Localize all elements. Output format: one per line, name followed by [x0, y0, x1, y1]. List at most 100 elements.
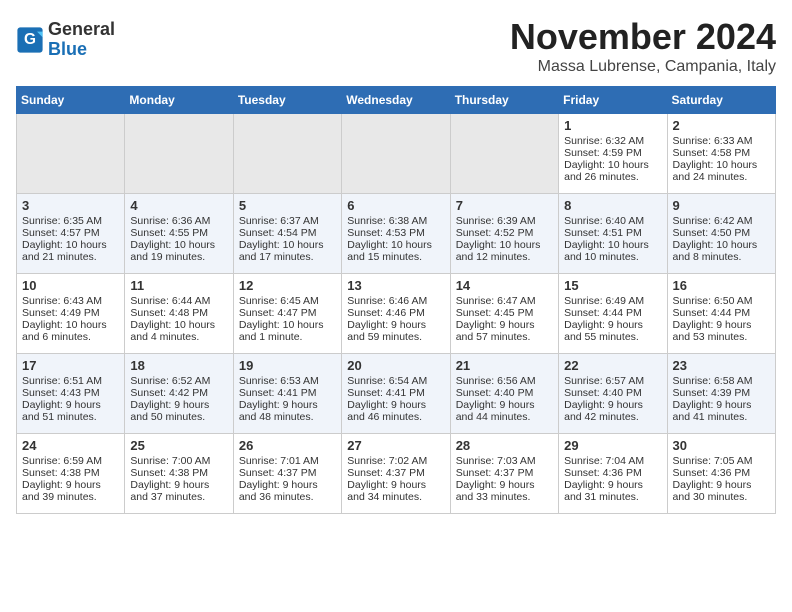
calendar-cell: 16Sunrise: 6:50 AMSunset: 4:44 PMDayligh…: [667, 274, 775, 354]
day-number: 21: [456, 358, 553, 373]
calendar-cell: 6Sunrise: 6:38 AMSunset: 4:53 PMDaylight…: [342, 194, 450, 274]
day-number: 1: [564, 118, 661, 133]
cell-text: Sunrise: 6:45 AM: [239, 295, 336, 307]
day-number: 7: [456, 198, 553, 213]
calendar-cell: [125, 114, 233, 194]
cell-text: Daylight: 9 hours: [130, 479, 227, 491]
cell-text: Sunset: 4:42 PM: [130, 387, 227, 399]
calendar-cell: 12Sunrise: 6:45 AMSunset: 4:47 PMDayligh…: [233, 274, 341, 354]
title-area: November 2024 Massa Lubrense, Campania, …: [510, 16, 776, 76]
header-friday: Friday: [559, 87, 667, 114]
calendar-cell: 14Sunrise: 6:47 AMSunset: 4:45 PMDayligh…: [450, 274, 558, 354]
cell-text: Daylight: 10 hours: [239, 319, 336, 331]
cell-text: Sunset: 4:40 PM: [456, 387, 553, 399]
cell-text: Sunrise: 6:40 AM: [564, 215, 661, 227]
cell-text: Sunrise: 6:50 AM: [673, 295, 770, 307]
calendar-cell: [342, 114, 450, 194]
cell-text: Sunset: 4:54 PM: [239, 227, 336, 239]
cell-text: and 10 minutes.: [564, 251, 661, 263]
calendar-cell: 2Sunrise: 6:33 AMSunset: 4:58 PMDaylight…: [667, 114, 775, 194]
calendar-cell: 1Sunrise: 6:32 AMSunset: 4:59 PMDaylight…: [559, 114, 667, 194]
cell-text: and 19 minutes.: [130, 251, 227, 263]
cell-text: and 31 minutes.: [564, 491, 661, 503]
cell-text: Daylight: 9 hours: [239, 479, 336, 491]
calendar-cell: [450, 114, 558, 194]
day-number: 23: [673, 358, 770, 373]
cell-text: Sunset: 4:36 PM: [673, 467, 770, 479]
calendar-cell: 21 Sunrise: 6:56 AMSunset: 4:40 PMDayligh…: [450, 354, 558, 434]
cell-text: and 8 minutes.: [673, 251, 770, 263]
header-tuesday: Tuesday: [233, 87, 341, 114]
cell-text: and 33 minutes.: [456, 491, 553, 503]
cell-text: Daylight: 9 hours: [347, 319, 444, 331]
cell-text: Daylight: 9 hours: [347, 399, 444, 411]
cell-text: and 4 minutes.: [130, 331, 227, 343]
calendar-cell: 13Sunrise: 6:46 AMSunset: 4:46 PMDayligh…: [342, 274, 450, 354]
cell-text: and 46 minutes.: [347, 411, 444, 423]
cell-text: Sunset: 4:50 PM: [673, 227, 770, 239]
header-saturday: Saturday: [667, 87, 775, 114]
calendar-header-row: SundayMondayTuesdayWednesdayThursdayFrid…: [17, 87, 776, 114]
cell-text: and 51 minutes.: [22, 411, 119, 423]
cell-text: Sunset: 4:52 PM: [456, 227, 553, 239]
cell-text: Sunset: 4:59 PM: [564, 147, 661, 159]
cell-text: Sunset: 4:37 PM: [347, 467, 444, 479]
cell-text: Sunset: 4:36 PM: [564, 467, 661, 479]
day-number: 4: [130, 198, 227, 213]
cell-text: and 44 minutes.: [456, 411, 553, 423]
cell-text: Sunrise: 6:58 AM: [673, 375, 770, 387]
week-row-3: 17Sunrise: 6:51 AMSunset: 4:43 PMDayligh…: [17, 354, 776, 434]
cell-text: Sunset: 4:44 PM: [564, 307, 661, 319]
cell-text: and 59 minutes.: [347, 331, 444, 343]
cell-text: Daylight: 9 hours: [673, 399, 770, 411]
location-title: Massa Lubrense, Campania, Italy: [510, 58, 776, 76]
cell-text: Daylight: 10 hours: [673, 239, 770, 251]
header-thursday: Thursday: [450, 87, 558, 114]
cell-text: and 6 minutes.: [22, 331, 119, 343]
cell-text: Daylight: 10 hours: [130, 239, 227, 251]
cell-text: Sunrise: 7:00 AM: [130, 455, 227, 467]
cell-text: Sunset: 4:55 PM: [130, 227, 227, 239]
calendar-cell: [17, 114, 125, 194]
cell-text: Sunrise: 7:04 AM: [564, 455, 661, 467]
header-wednesday: Wednesday: [342, 87, 450, 114]
calendar-cell: [233, 114, 341, 194]
day-number: 27: [347, 438, 444, 453]
cell-text: Sunrise: 6:47 AM: [456, 295, 553, 307]
cell-text: Daylight: 9 hours: [456, 399, 553, 411]
cell-text: Sunrise: 6:35 AM: [22, 215, 119, 227]
cell-text: Sunrise: 6:56 AM: [456, 375, 553, 387]
cell-text: Sunset: 4:53 PM: [347, 227, 444, 239]
cell-text: and 53 minutes.: [673, 331, 770, 343]
cell-text: Sunrise: 7:03 AM: [456, 455, 553, 467]
calendar-cell: 17Sunrise: 6:51 AMSunset: 4:43 PMDayligh…: [17, 354, 125, 434]
calendar-cell: 15Sunrise: 6:49 AMSunset: 4:44 PMDayligh…: [559, 274, 667, 354]
calendar-cell: 28Sunrise: 7:03 AMSunset: 4:37 PMDayligh…: [450, 434, 558, 514]
calendar-table: SundayMondayTuesdayWednesdayThursdayFrid…: [16, 86, 776, 514]
cell-text: Sunset: 4:38 PM: [130, 467, 227, 479]
cell-text: Sunset: 4:57 PM: [22, 227, 119, 239]
day-number: 28: [456, 438, 553, 453]
header-monday: Monday: [125, 87, 233, 114]
day-number: 11: [130, 278, 227, 293]
logo-text: General Blue: [48, 20, 115, 60]
cell-text: and 17 minutes.: [239, 251, 336, 263]
cell-text: and 57 minutes.: [456, 331, 553, 343]
cell-text: Sunrise: 6:39 AM: [456, 215, 553, 227]
day-number: 14: [456, 278, 553, 293]
cell-text: Sunrise: 6:38 AM: [347, 215, 444, 227]
cell-text: Daylight: 9 hours: [456, 319, 553, 331]
cell-text: and 48 minutes.: [239, 411, 336, 423]
cell-text: Daylight: 9 hours: [22, 479, 119, 491]
cell-text: Sunrise: 6:59 AM: [22, 455, 119, 467]
cell-text: Sunrise: 6:36 AM: [130, 215, 227, 227]
cell-text: Daylight: 9 hours: [564, 399, 661, 411]
cell-text: and 1 minute.: [239, 331, 336, 343]
calendar-cell: 22Sunrise: 6:57 AMSunset: 4:40 PMDayligh…: [559, 354, 667, 434]
cell-text: Sunset: 4:41 PM: [347, 387, 444, 399]
cell-text: Sunrise: 6:43 AM: [22, 295, 119, 307]
cell-text: Daylight: 10 hours: [239, 239, 336, 251]
day-number: 17: [22, 358, 119, 373]
cell-text: Daylight: 10 hours: [673, 159, 770, 171]
cell-text: and 15 minutes.: [347, 251, 444, 263]
